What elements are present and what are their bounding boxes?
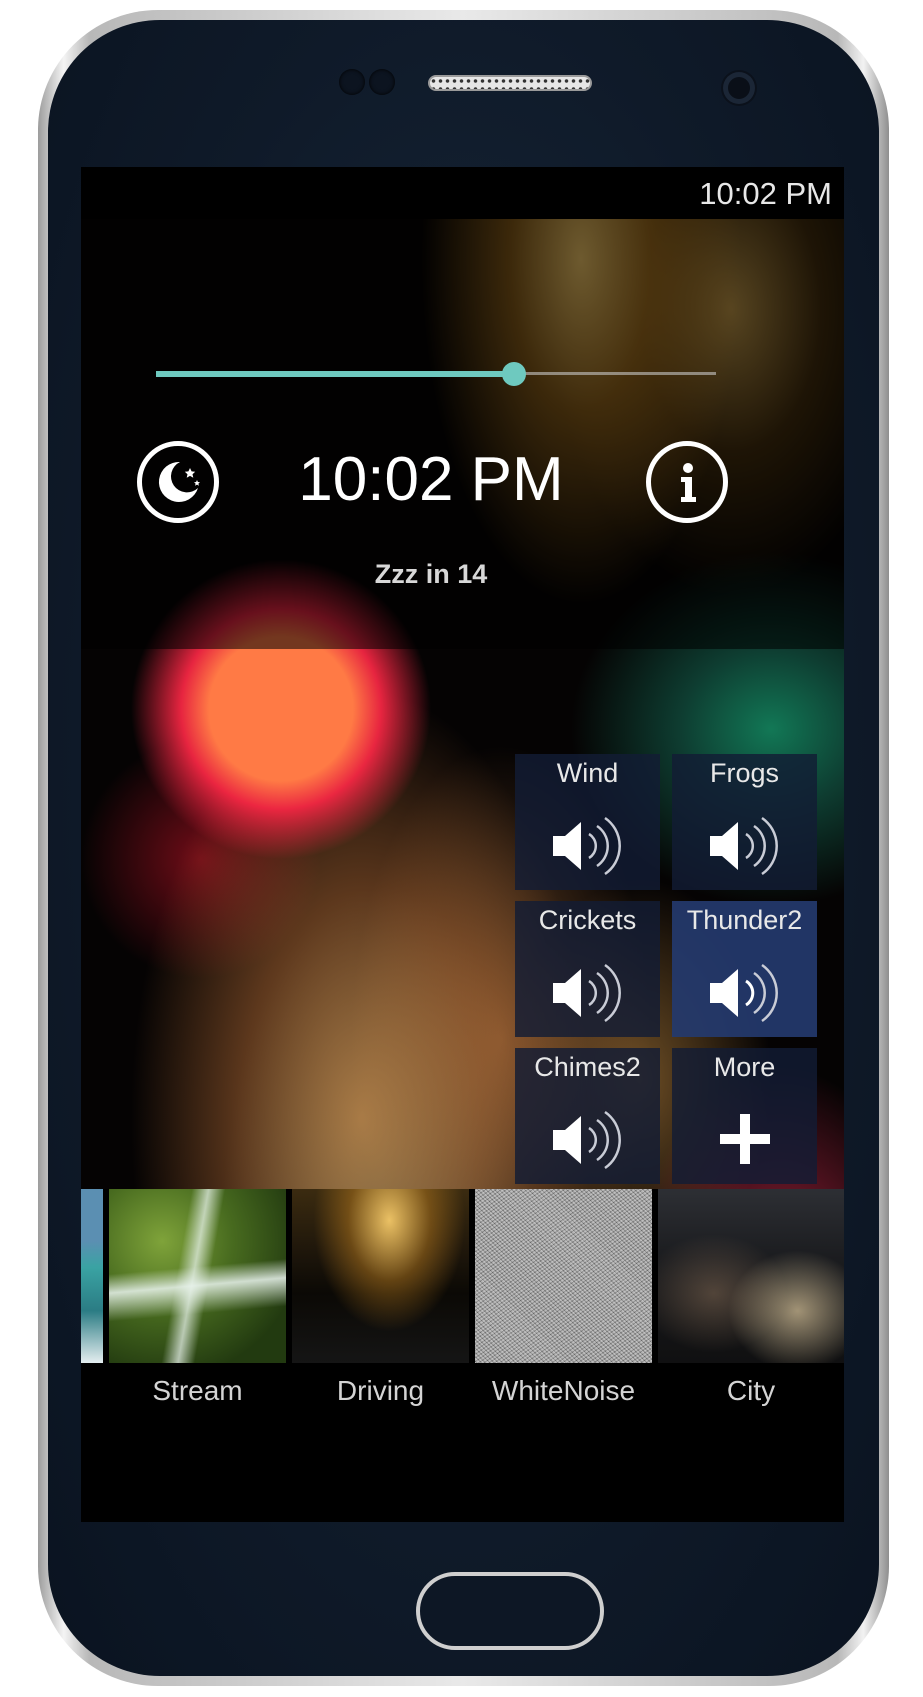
sensor-dots <box>339 69 399 100</box>
scene-thumb-stream[interactable] <box>109 1189 286 1363</box>
home-button[interactable] <box>416 1572 604 1650</box>
sound-label: Crickets <box>538 905 637 935</box>
scene-thumb-driving[interactable] <box>292 1189 469 1363</box>
app-screen: 10:02 PM 10:02 PM Zzz in 14 Wind Frogs C… <box>81 167 844 1522</box>
sound-tile-thunder2[interactable]: Thunder2 <box>672 901 817 1037</box>
sound-tile-chimes2[interactable]: Chimes2 <box>515 1048 660 1184</box>
sleep-timer-button[interactable] <box>137 441 219 523</box>
sound-label: More <box>713 1052 776 1082</box>
plus-icon <box>720 1114 770 1164</box>
sound-tile-frogs[interactable]: Frogs <box>672 754 817 890</box>
speaker-icon <box>553 816 621 876</box>
sound-label: Frogs <box>709 758 780 788</box>
sound-label: Wind <box>556 758 619 788</box>
status-time: 10:02 PM <box>699 176 832 211</box>
info-icon <box>681 463 696 502</box>
front-camera <box>723 72 755 104</box>
scene-thumb-whitenoise[interactable] <box>475 1189 652 1363</box>
background-scene-image: 10:02 PM Zzz in 14 Wind Frogs Crickets T… <box>81 219 844 1339</box>
speaker-icon <box>710 963 778 1023</box>
info-button[interactable] <box>646 441 728 523</box>
earpiece-speaker <box>428 75 592 91</box>
slider-thumb[interactable] <box>502 362 527 386</box>
scene-label-whitenoise: WhiteNoise <box>491 1375 636 1406</box>
scene-carousel[interactable]: Stream Driving WhiteNoise City <box>81 1189 844 1406</box>
scene-label-city: City <box>726 1375 776 1406</box>
sound-tile-crickets[interactable]: Crickets <box>515 901 660 1037</box>
sleep-timer-status: Zzz in 14 <box>374 559 488 589</box>
scene-thumb-city[interactable] <box>658 1189 844 1363</box>
speaker-icon <box>553 963 621 1023</box>
scene-thumb-partial[interactable] <box>81 1189 103 1363</box>
scene-label-stream: Stream <box>152 1375 243 1406</box>
sound-tile-wind[interactable]: Wind <box>515 754 660 890</box>
speaker-icon <box>553 1110 621 1170</box>
status-bar: 10:02 PM <box>81 167 844 219</box>
moon-icon <box>158 461 200 502</box>
sound-label: Thunder2 <box>686 905 803 935</box>
scene-label-driving: Driving <box>336 1375 425 1406</box>
add-more-sounds-tile[interactable]: More <box>672 1048 817 1184</box>
speaker-icon <box>710 816 778 876</box>
clock-display: 10:02 PM <box>298 445 564 514</box>
volume-slider[interactable] <box>156 359 716 389</box>
slider-fill <box>156 371 515 377</box>
sound-label: Chimes2 <box>534 1052 641 1082</box>
